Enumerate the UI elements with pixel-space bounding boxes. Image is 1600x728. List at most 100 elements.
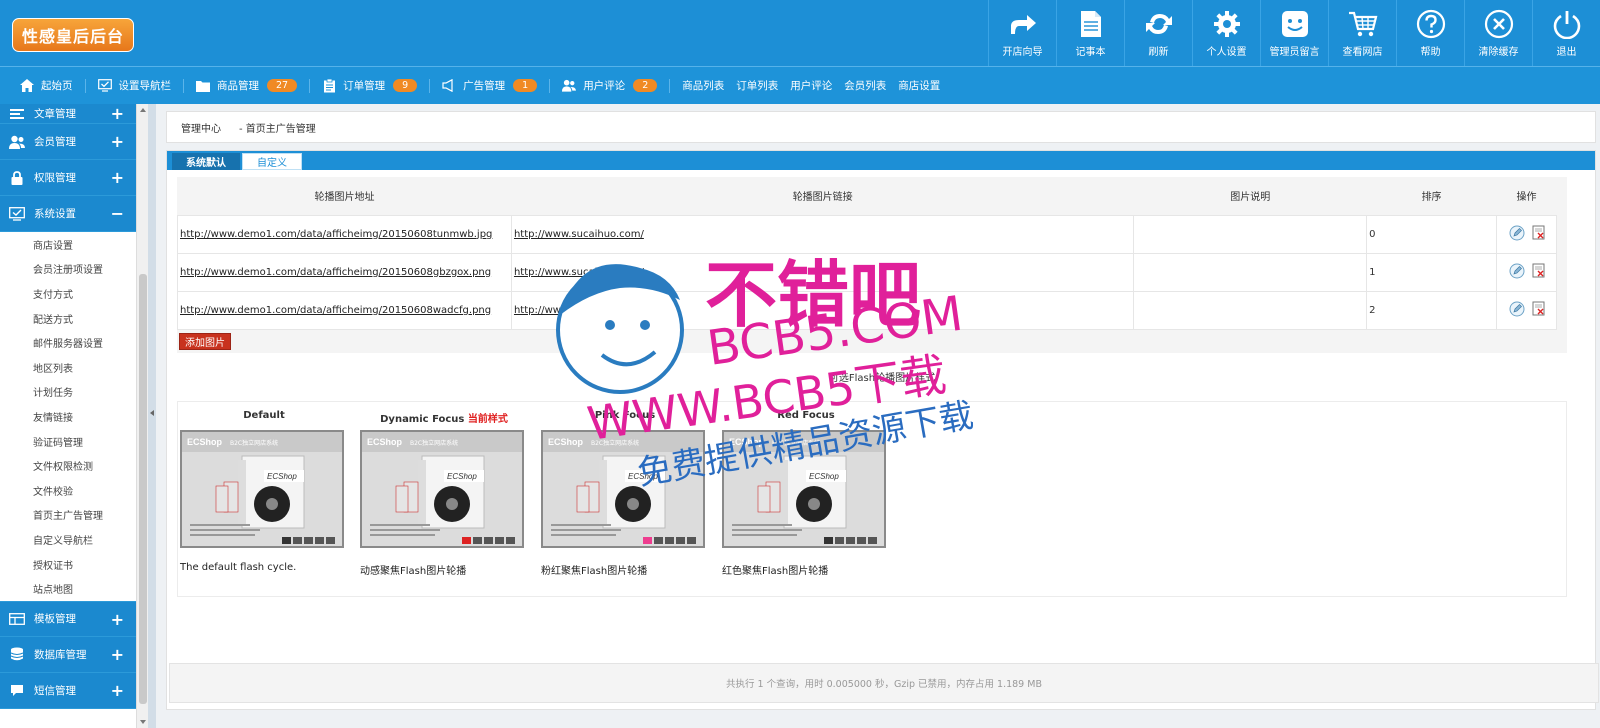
- nav-orders[interactable]: 订单管理 9: [322, 78, 418, 93]
- description-cell: [1133, 214, 1368, 254]
- expand-toggle[interactable]: +: [111, 645, 124, 664]
- content-panel: 系统默认 自定义 轮播图片地址 轮播图片链接 图片说明 排序 操作 http:/…: [166, 150, 1599, 710]
- image-url-link[interactable]: http://www.demo1.com/data/afficheimg/201…: [180, 267, 491, 278]
- nav-link-product-list[interactable]: 商品列表: [682, 78, 724, 93]
- image-url-link[interactable]: http://www.demo1.com/data/afficheimg/201…: [180, 305, 491, 316]
- nav-reviews[interactable]: 用户评论 2: [562, 78, 658, 93]
- nav-products[interactable]: 商品管理 27: [196, 78, 298, 93]
- sidebar-group-sms[interactable]: 短信管理 +: [0, 672, 136, 709]
- nav-link-order-list[interactable]: 订单列表: [736, 78, 778, 93]
- app-logo[interactable]: 性感皇后后台: [12, 18, 134, 52]
- breadcrumb-root[interactable]: 管理中心: [181, 120, 221, 135]
- sidebar-group-articles[interactable]: 文章管理 +: [0, 104, 136, 124]
- scrollbar-thumb[interactable]: [139, 274, 147, 704]
- sidebar-item-regions[interactable]: 地区列表: [0, 355, 136, 380]
- style-preview-image[interactable]: ECShop B2C独立网店系统 ECShop: [722, 430, 886, 548]
- style-option-dynamic-focus[interactable]: Dynamic Focus 当前样式 ECShop B2C独立网店系统 ECShop…: [360, 410, 528, 577]
- edit-icon[interactable]: [1509, 225, 1525, 244]
- open-wizard-button[interactable]: 开店向导: [988, 0, 1056, 66]
- sidebar-group-database[interactable]: 数据库管理 +: [0, 636, 136, 673]
- sidebar-group-permissions[interactable]: 权限管理 +: [0, 160, 136, 196]
- view-store-button[interactable]: 查看网店: [1328, 0, 1396, 66]
- expand-toggle[interactable]: +: [111, 132, 124, 151]
- style-name: Default: [243, 410, 285, 421]
- clear-cache-button[interactable]: 清除缓存: [1464, 0, 1532, 66]
- sidebar-item-sitemap[interactable]: 站点地图: [0, 576, 136, 601]
- breadcrumb-current: - 首页主广告管理: [239, 123, 316, 135]
- style-preview-image[interactable]: ECShop B2C独立网店系统 ECShop: [360, 430, 524, 548]
- sidebar-group-system-settings[interactable]: 系统设置 −: [0, 196, 136, 232]
- tab-system-default[interactable]: 系统默认: [172, 153, 240, 170]
- notepad-button[interactable]: 记事本: [1056, 0, 1124, 66]
- home-icon: [20, 79, 34, 93]
- expand-toggle[interactable]: +: [111, 168, 124, 187]
- style-option-red-focus[interactable]: Red Focus ECShop B2C独立网店系统 ECShop 红色聚焦Flas…: [722, 410, 890, 577]
- divider: [429, 78, 431, 93]
- chat-icon: [8, 682, 26, 698]
- logout-button[interactable]: 退出: [1532, 0, 1600, 66]
- collapse-toggle[interactable]: −: [111, 204, 124, 223]
- sidebar-collapse-handle[interactable]: [148, 104, 156, 728]
- sidebar-item-captcha[interactable]: 验证码管理: [0, 429, 136, 454]
- sidebar-group-members[interactable]: 会员管理 +: [0, 124, 136, 160]
- target-link[interactable]: http://www.sucaihuo.com/: [514, 305, 644, 316]
- style-preview-image[interactable]: ECShop B2C独立网店系统 ECShop: [180, 430, 344, 548]
- quick-nav-bar: 起始页 设置导航栏 商品管理 27 订单管理 9 广告管理 1 用户评论 2 商…: [0, 66, 1600, 104]
- style-option-default[interactable]: Default ECShop B2C独立网店系统 ECShop The defaul…: [180, 410, 348, 573]
- style-description: 红色聚焦Flash图片轮播: [722, 566, 829, 577]
- sidebar-item-cron[interactable]: 计划任务: [0, 380, 136, 405]
- sidebar-item-file-check[interactable]: 文件校验: [0, 478, 136, 503]
- clipboard-icon: [322, 78, 336, 93]
- expand-toggle[interactable]: +: [111, 610, 124, 629]
- sidebar-item-file-permissions[interactable]: 文件权限检测: [0, 453, 136, 478]
- edit-icon[interactable]: [1509, 301, 1525, 320]
- target-link[interactable]: http://www.sucaihuo.com/: [514, 229, 644, 240]
- sidebar-item-license[interactable]: 授权证书: [0, 552, 136, 577]
- scroll-down-arrow[interactable]: [140, 720, 146, 724]
- refresh-button[interactable]: 刷新: [1124, 0, 1192, 66]
- personal-settings-button[interactable]: 个人设置: [1192, 0, 1260, 66]
- list-icon: [8, 106, 26, 122]
- delete-icon[interactable]: [1532, 263, 1546, 281]
- add-image-button[interactable]: 添加图片: [179, 333, 231, 350]
- style-name: Red Focus: [777, 410, 835, 421]
- sidebar-item-shipping[interactable]: 配送方式: [0, 306, 136, 331]
- admin-message-button[interactable]: 管理员留言: [1260, 0, 1328, 66]
- sidebar-item-friend-links[interactable]: 友情链接: [0, 404, 136, 429]
- nav-home[interactable]: 起始页: [20, 78, 73, 93]
- nav-link-member-list[interactable]: 会员列表: [844, 78, 886, 93]
- sidebar-item-custom-nav[interactable]: 自定义导航栏: [0, 527, 136, 552]
- help-button[interactable]: 帮助: [1396, 0, 1464, 66]
- delete-icon[interactable]: [1532, 225, 1546, 243]
- target-link[interactable]: http://www.sucaihuo.com/: [514, 267, 644, 278]
- sidebar-item-register-fields[interactable]: 会员注册项设置: [0, 257, 136, 282]
- reviews-count-badge: 2: [633, 79, 658, 92]
- expand-toggle[interactable]: +: [111, 681, 124, 700]
- sidebar-item-store-settings[interactable]: 商店设置: [0, 232, 136, 257]
- nav-settings[interactable]: 设置导航栏: [97, 78, 171, 93]
- expand-toggle[interactable]: +: [111, 104, 124, 123]
- sidebar-item-home-ads[interactable]: 首页主广告管理: [0, 503, 136, 528]
- sidebar-group-templates[interactable]: 模板管理 +: [0, 600, 136, 637]
- refresh-icon: [1144, 9, 1174, 39]
- edit-icon[interactable]: [1509, 263, 1525, 282]
- smiley-icon: [1280, 9, 1310, 39]
- nav-ads[interactable]: 广告管理 1: [442, 78, 538, 93]
- close-circle-icon: [1484, 9, 1514, 39]
- nav-link-store-settings[interactable]: 商店设置: [898, 78, 940, 93]
- style-name: Pink Focus: [594, 410, 656, 421]
- sidebar-item-mail-server[interactable]: 邮件服务器设置: [0, 330, 136, 355]
- svg-text:ECShop: ECShop: [548, 437, 584, 447]
- delete-icon[interactable]: [1532, 301, 1546, 319]
- nav-link-user-reviews[interactable]: 用户评论: [790, 78, 832, 93]
- sidebar-scrollbar[interactable]: [136, 104, 148, 728]
- col-header-actions: 操作: [1496, 177, 1557, 215]
- style-preview-image[interactable]: ECShop B2C独立网店系统 ECShop: [541, 430, 705, 548]
- actions-cell: [1496, 252, 1557, 292]
- tab-custom[interactable]: 自定义: [242, 153, 302, 170]
- divider: [183, 78, 184, 93]
- image-url-link[interactable]: http://www.demo1.com/data/afficheimg/201…: [180, 229, 492, 240]
- style-option-pink-focus[interactable]: Pink Focus ECShop B2C独立网店系统 ECShop 粉红聚焦Fla…: [541, 410, 709, 577]
- scroll-up-arrow[interactable]: [140, 108, 146, 112]
- sidebar-item-payment[interactable]: 支付方式: [0, 281, 136, 306]
